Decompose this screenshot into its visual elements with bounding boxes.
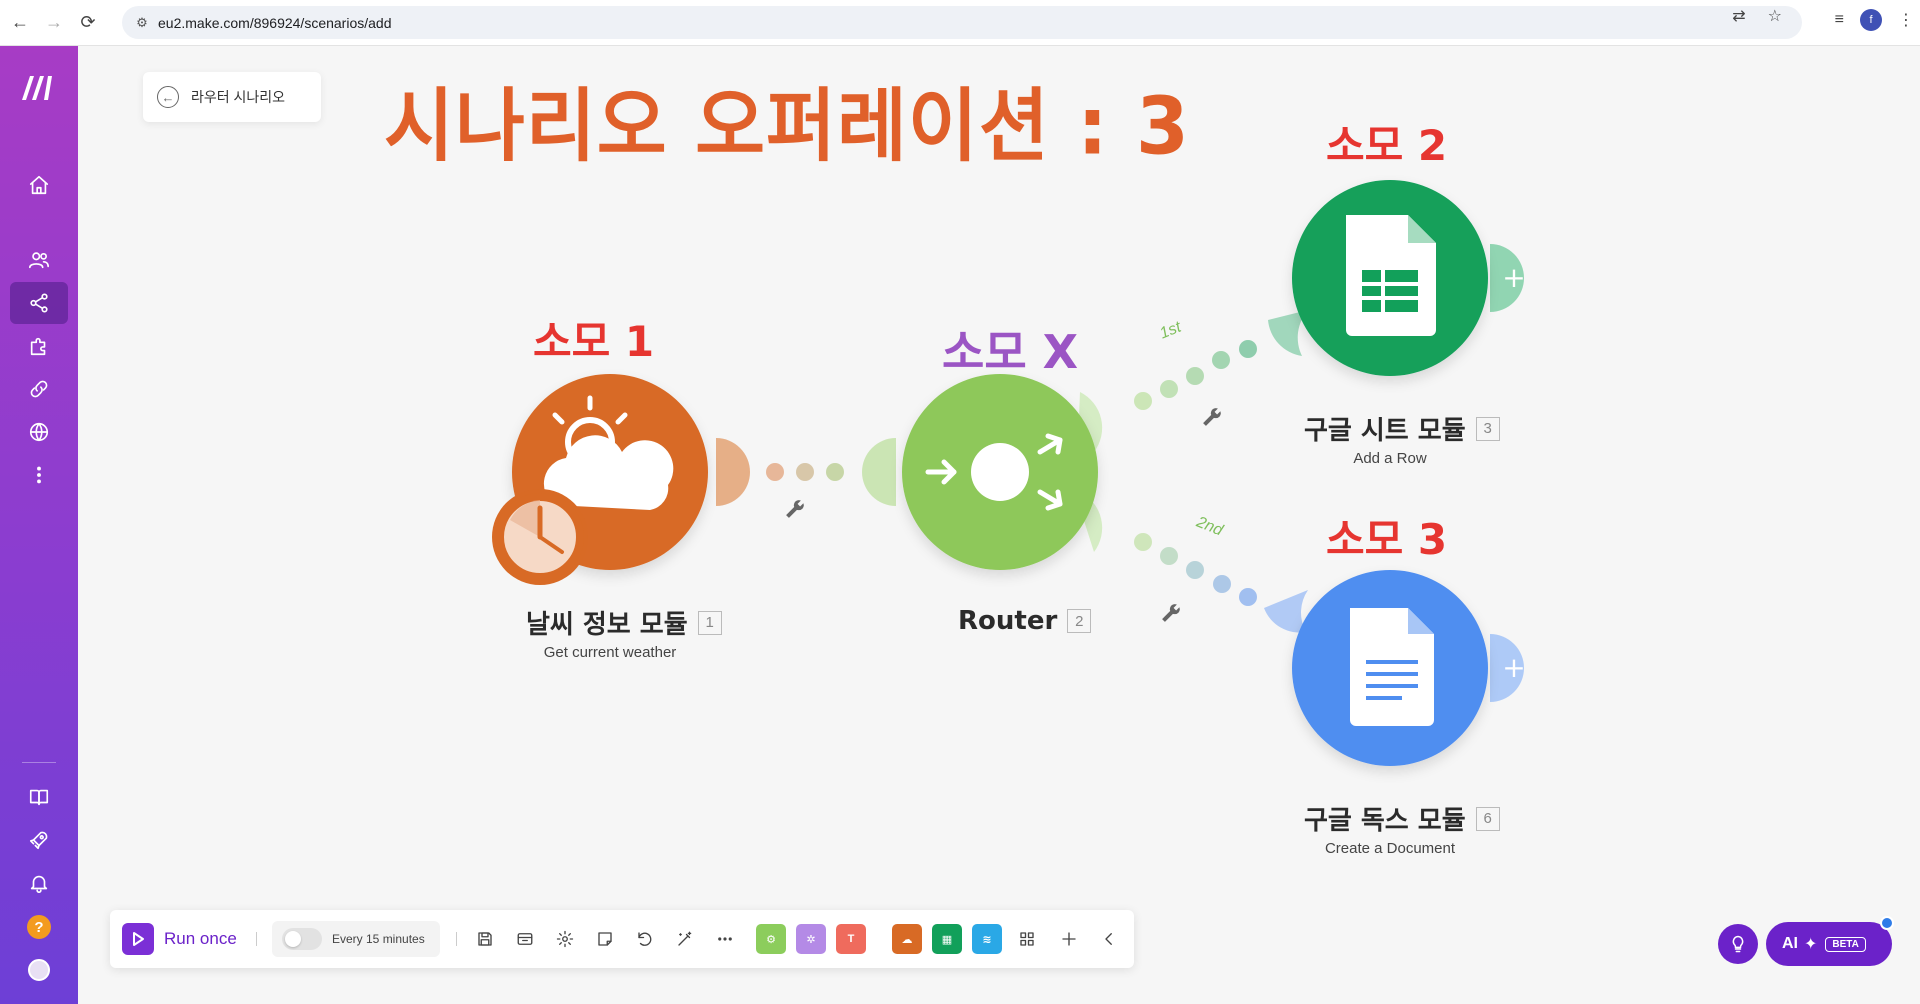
module-router[interactable] bbox=[862, 374, 1103, 570]
save-button[interactable] bbox=[472, 926, 498, 952]
ai-assistant-button[interactable]: AI ✦ BETA bbox=[1766, 922, 1892, 966]
toolbar-separator bbox=[256, 932, 257, 946]
module-google-docs[interactable]: + bbox=[1264, 570, 1526, 766]
devices-icon bbox=[517, 933, 533, 945]
auto-align-button[interactable] bbox=[672, 926, 698, 952]
clock-icon bbox=[492, 489, 588, 585]
module-router-name: Router bbox=[958, 606, 1058, 636]
module-weather-title: 날씨 정보 모듈 1 bbox=[526, 604, 722, 641]
scheduling-toggle[interactable] bbox=[282, 928, 322, 950]
weather-app-button[interactable]: ☁ bbox=[892, 924, 922, 954]
consumption-tag-2: 소모 2 bbox=[1326, 121, 1448, 170]
play-icon bbox=[122, 923, 154, 955]
module-sheets-name: 구글 시트 모듈 bbox=[1304, 416, 1466, 446]
more-horizontal-icon bbox=[718, 937, 732, 941]
google-docs-app-button[interactable]: ≋ bbox=[972, 924, 1002, 954]
all-apps-button[interactable] bbox=[1014, 926, 1040, 952]
module-docs-name: 구글 독스 모듈 bbox=[1304, 806, 1466, 836]
back-to-scenarios-button[interactable]: ← 라우터 시나리오 bbox=[143, 72, 321, 122]
google-sheets-icon bbox=[1346, 215, 1436, 336]
magic-wand-icon bbox=[678, 931, 692, 946]
module-docs-action: Create a Document bbox=[1324, 840, 1456, 857]
scenario-operations-title: 시나리오 오퍼레이션 : 3 bbox=[384, 79, 1190, 173]
consumption-tag-x: 소모 X bbox=[942, 325, 1079, 379]
connector-router-docs[interactable] bbox=[1134, 533, 1257, 606]
scenario-toolbar: Run once Every 15 minutes ⚙ ✲ T ☁ ▦ ≋ bbox=[110, 910, 1134, 968]
lightbulb-icon bbox=[1732, 935, 1744, 953]
scenario-name: 라우터 시나리오 bbox=[191, 89, 286, 105]
notification-dot bbox=[1880, 916, 1894, 930]
tips-button[interactable] bbox=[1718, 924, 1758, 964]
module-weather-number: 1 bbox=[697, 610, 722, 635]
schedule-label: Every 15 minutes bbox=[332, 932, 425, 946]
flow-control-app-button[interactable]: ✲ bbox=[796, 924, 826, 954]
sparkle-icon: ✦ bbox=[1804, 936, 1818, 953]
connector-weather-router[interactable] bbox=[766, 463, 844, 481]
toolbar-separator bbox=[456, 932, 457, 946]
text-parser-app-button[interactable]: T bbox=[836, 924, 866, 954]
flow-control-app-icon: ✲ bbox=[806, 933, 816, 946]
schedule-control[interactable]: Every 15 minutes bbox=[272, 921, 440, 957]
text-parser-app-icon: T bbox=[847, 933, 855, 945]
run-once-button[interactable]: Run once bbox=[122, 923, 237, 955]
chevron-left-icon bbox=[1105, 933, 1112, 945]
settings-icon bbox=[556, 930, 574, 948]
undo-icon bbox=[638, 932, 652, 946]
module-router-number: 2 bbox=[1067, 609, 1092, 633]
collapse-toolbar-button[interactable] bbox=[1096, 926, 1122, 952]
module-docs-number: 6 bbox=[1475, 806, 1500, 831]
module-weather-name: 날씨 정보 모듈 bbox=[526, 610, 688, 640]
run-once-label: Run once bbox=[164, 929, 237, 948]
module-weather-action: Get current weather bbox=[543, 644, 677, 661]
add-module-plus-icon: + bbox=[1502, 261, 1525, 294]
connector-router-sheets[interactable] bbox=[1134, 340, 1257, 410]
grid-icon bbox=[1020, 932, 1034, 946]
module-docs-title: 구글 독스 모듈 6 bbox=[1304, 800, 1500, 837]
scenario-settings-button[interactable] bbox=[552, 926, 578, 952]
tools-app-button[interactable]: ⚙ bbox=[756, 924, 786, 954]
tools-app-icon: ⚙ bbox=[766, 933, 776, 946]
google-sheets-app-icon: ▦ bbox=[941, 933, 953, 946]
module-router-title: Router 2 bbox=[958, 606, 1092, 636]
add-module-plus-icon: + bbox=[1502, 651, 1525, 684]
save-icon bbox=[478, 932, 492, 946]
add-module-button[interactable] bbox=[1056, 926, 1082, 952]
module-sheets-number: 3 bbox=[1475, 416, 1500, 441]
wrench-icon[interactable] bbox=[1160, 601, 1183, 624]
plus-icon bbox=[1062, 932, 1076, 946]
module-sheets-action: Add a Row bbox=[1353, 450, 1427, 467]
wrench-icon[interactable] bbox=[784, 497, 807, 520]
devices-button[interactable] bbox=[512, 926, 538, 952]
google-sheets-app-button[interactable]: ▦ bbox=[932, 924, 962, 954]
notes-button[interactable] bbox=[592, 926, 618, 952]
ai-label: AI bbox=[1782, 935, 1798, 952]
notes-icon bbox=[598, 932, 612, 946]
wrench-icon[interactable] bbox=[1201, 405, 1224, 428]
module-google-sheets[interactable]: + bbox=[1268, 180, 1526, 376]
google-docs-app-icon: ≋ bbox=[982, 933, 992, 946]
google-docs-icon bbox=[1350, 608, 1434, 726]
consumption-tag-1: 소모 1 bbox=[533, 317, 655, 366]
back-arrow-circle-icon: ← bbox=[157, 86, 179, 108]
module-weather[interactable] bbox=[492, 374, 750, 585]
beta-badge: BETA bbox=[1825, 936, 1866, 952]
weather-app-icon: ☁ bbox=[901, 933, 913, 946]
consumption-tag-3: 소모 3 bbox=[1326, 515, 1448, 564]
undo-button[interactable] bbox=[632, 926, 658, 952]
module-sheets-title: 구글 시트 모듈 3 bbox=[1304, 410, 1500, 447]
more-options-button[interactable] bbox=[712, 926, 738, 952]
